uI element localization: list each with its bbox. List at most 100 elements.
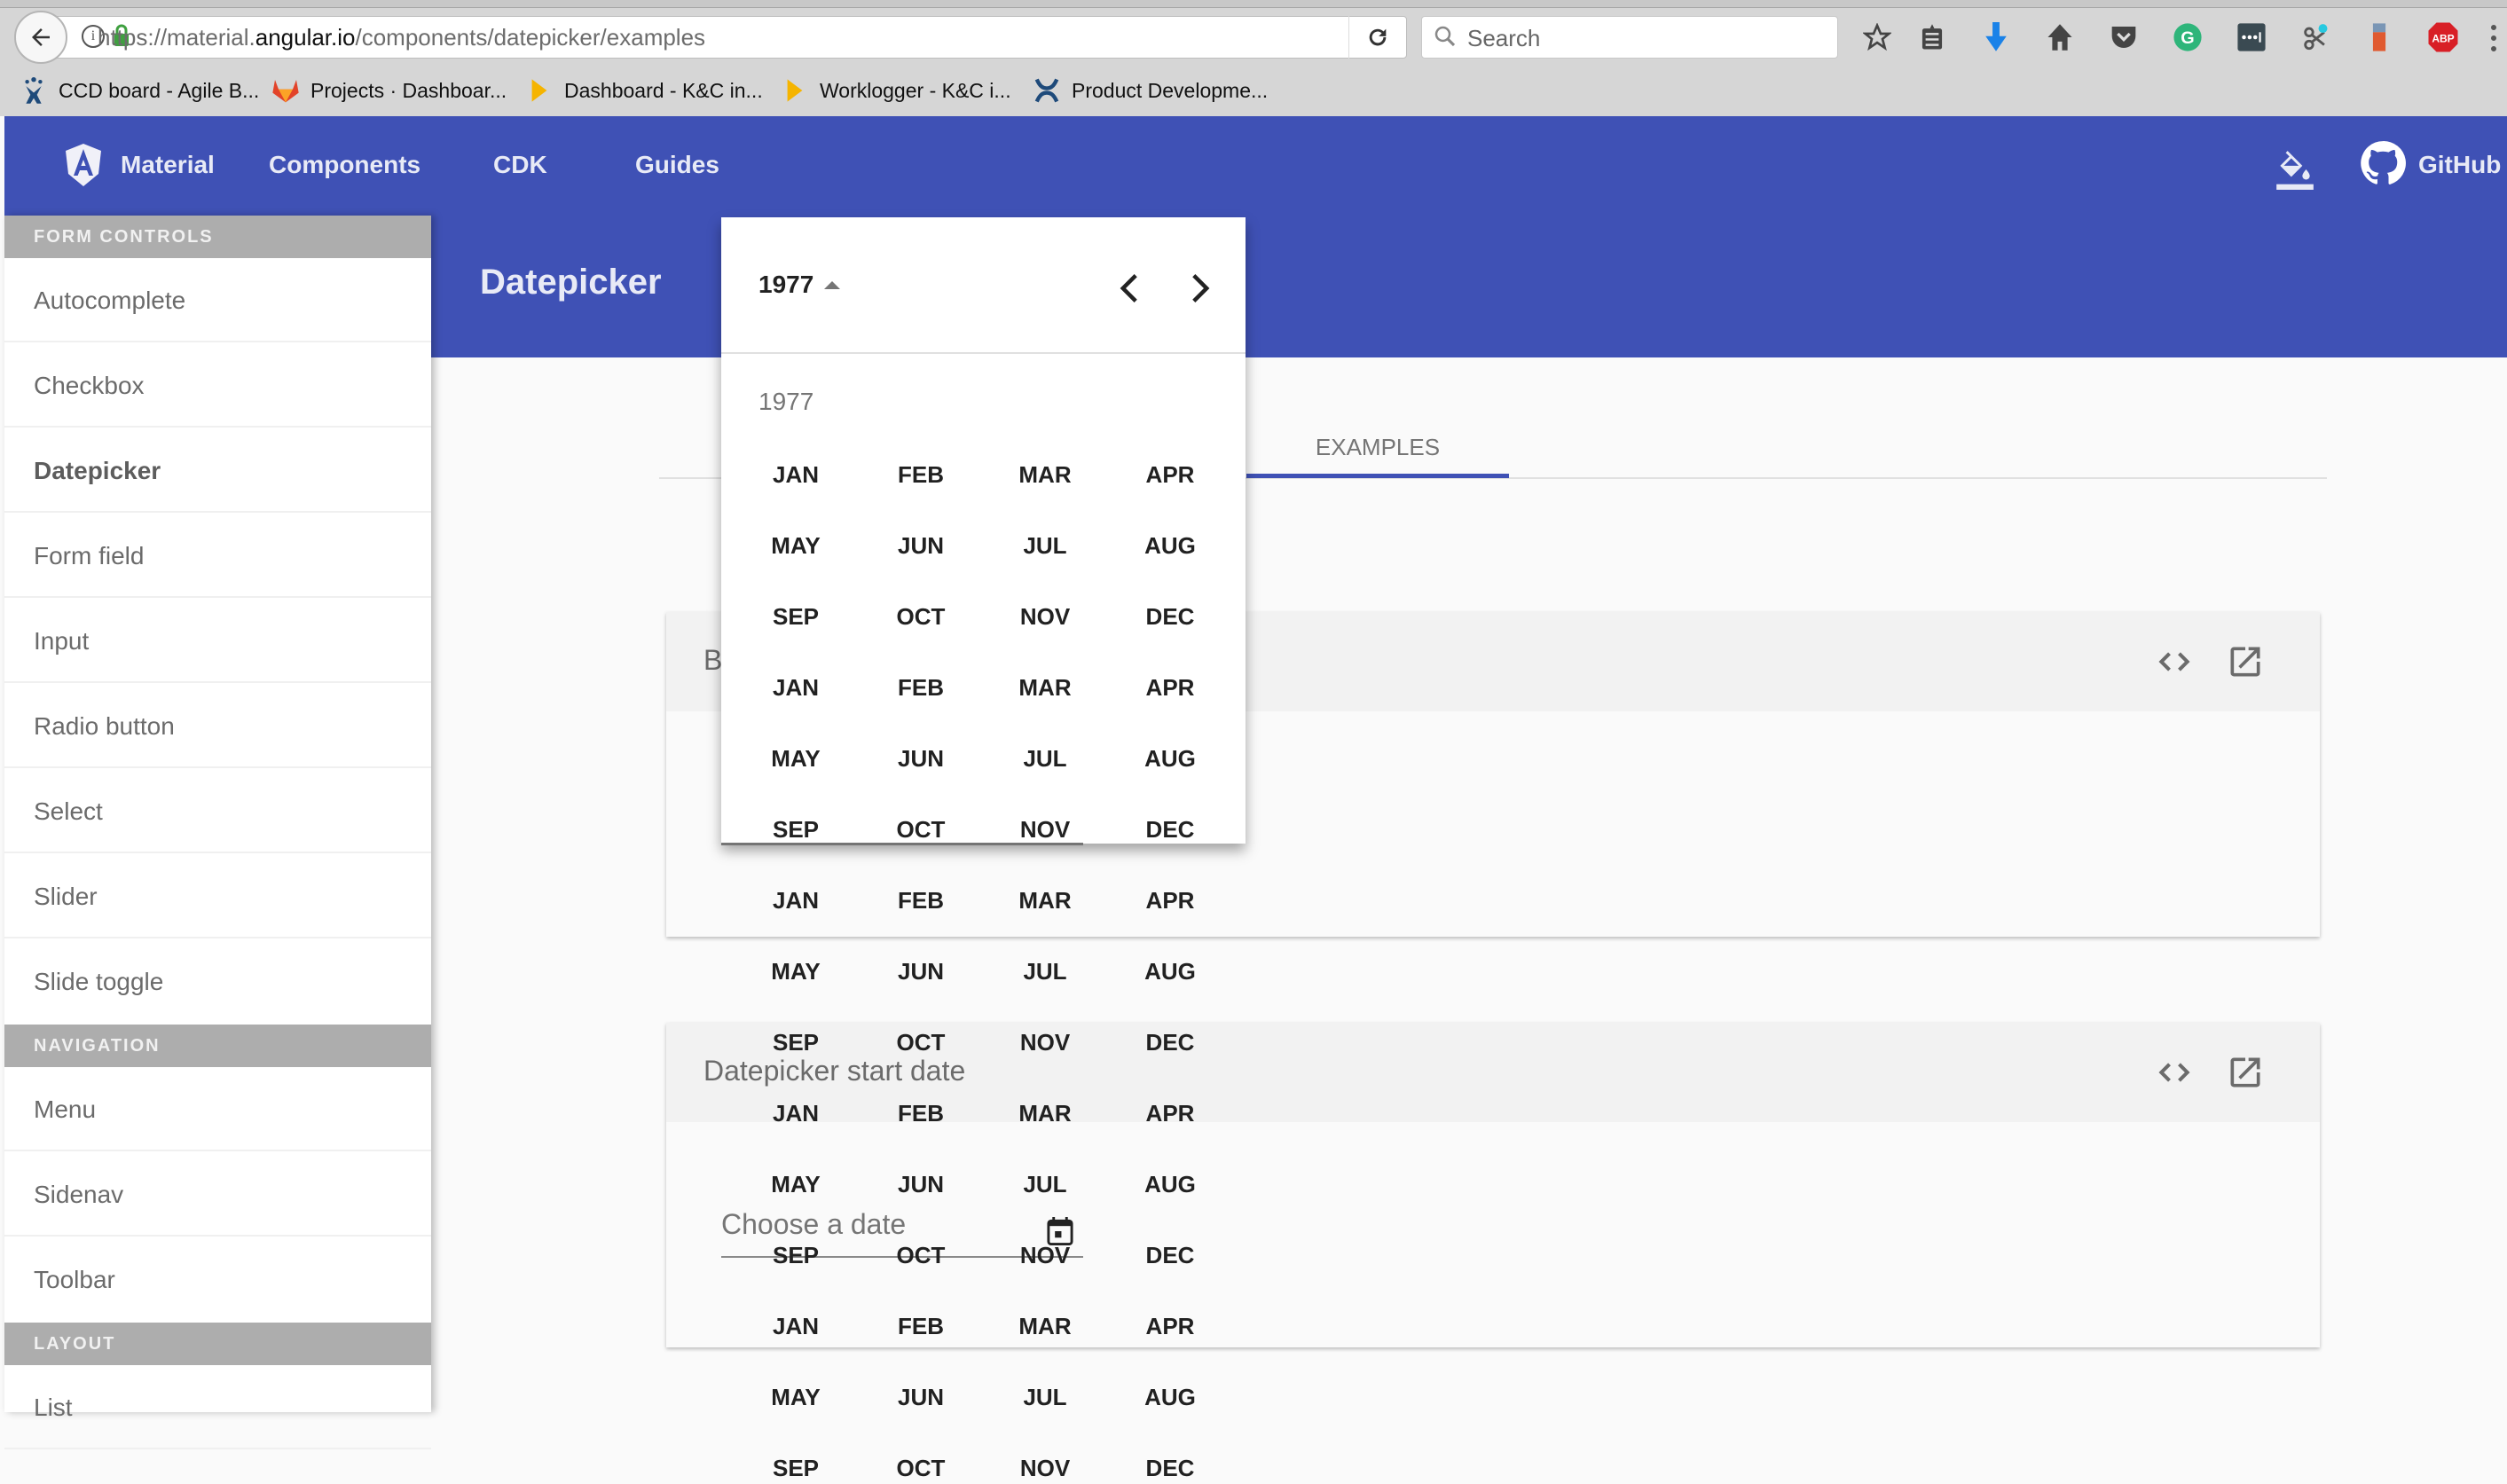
home-icon[interactable]	[2042, 20, 2078, 55]
month-cell-aug[interactable]: AUG	[1117, 530, 1223, 561]
screenshot-icon[interactable]	[2298, 20, 2333, 55]
month-cell-sep[interactable]: SEP	[743, 1452, 849, 1484]
open-in-new-icon[interactable]	[2224, 640, 2267, 683]
month-cell-jun[interactable]: JUN	[868, 1168, 974, 1200]
month-cell-dec[interactable]: DEC	[1117, 813, 1223, 844]
month-cell-jul[interactable]: JUL	[992, 955, 1098, 987]
month-cell-jun[interactable]: JUN	[868, 742, 974, 774]
adblock-plus-icon[interactable]: ABP	[2425, 20, 2461, 55]
month-cell-may[interactable]: MAY	[743, 955, 849, 987]
view-code-icon[interactable]	[2153, 1051, 2196, 1094]
month-cell-oct[interactable]: OCT	[868, 1452, 974, 1484]
url-text[interactable]: https://material.angular.io/components/d…	[98, 21, 705, 53]
month-cell-sep[interactable]: SEP	[743, 601, 849, 632]
month-cell-nov[interactable]: NOV	[992, 1239, 1098, 1271]
sidebar-item-autocomplete[interactable]: Autocomplete	[4, 258, 431, 342]
month-cell-jun[interactable]: JUN	[868, 955, 974, 987]
month-cell-feb[interactable]: FEB	[868, 884, 974, 916]
month-cell-oct[interactable]: OCT	[868, 1239, 974, 1271]
month-cell-mar[interactable]: MAR	[992, 1310, 1098, 1342]
month-cell-jan[interactable]: JAN	[743, 671, 849, 703]
downloads-icon[interactable]	[1978, 20, 2014, 55]
reading-list-icon[interactable]	[1914, 20, 1950, 55]
month-cell-dec[interactable]: DEC	[1117, 1026, 1223, 1058]
month-cell-jul[interactable]: JUL	[992, 530, 1098, 561]
extension-icon[interactable]	[2362, 20, 2397, 55]
bookmark-item[interactable]: Product Developme...	[1033, 75, 1268, 106]
month-cell-dec[interactable]: DEC	[1117, 1239, 1223, 1271]
lastpass-icon[interactable]	[2234, 20, 2269, 55]
period-button[interactable]: 1977	[758, 271, 841, 299]
bookmark-item[interactable]: CCD board - Agile B...	[20, 75, 259, 106]
month-cell-feb[interactable]: FEB	[868, 671, 974, 703]
month-cell-mar[interactable]: MAR	[992, 459, 1098, 491]
month-cell-mar[interactable]: MAR	[992, 1097, 1098, 1129]
nav-cdk[interactable]: CDK	[493, 147, 547, 183]
sidebar-item-checkbox[interactable]: Checkbox	[4, 343, 431, 428]
month-cell-may[interactable]: MAY	[743, 1168, 849, 1200]
month-cell-jan[interactable]: JAN	[743, 1310, 849, 1342]
month-cell-jul[interactable]: JUL	[992, 1168, 1098, 1200]
sidebar-item-input[interactable]: Input	[4, 599, 431, 683]
month-cell-mar[interactable]: MAR	[992, 671, 1098, 703]
month-cell-dec[interactable]: DEC	[1117, 1452, 1223, 1484]
sidebar-item-select[interactable]: Select	[4, 769, 431, 853]
bookmark-item[interactable]: Projects · Dashboar...	[271, 75, 507, 106]
bookmark-item[interactable]: Worklogger - K&C i...	[781, 75, 1011, 106]
month-cell-nov[interactable]: NOV	[992, 813, 1098, 844]
month-cell-mar[interactable]: MAR	[992, 884, 1098, 916]
month-cell-jan[interactable]: JAN	[743, 459, 849, 491]
month-cell-jan[interactable]: JAN	[743, 1097, 849, 1129]
month-cell-dec[interactable]: DEC	[1117, 601, 1223, 632]
month-cell-feb[interactable]: FEB	[868, 1310, 974, 1342]
sidebar-item-slide-toggle[interactable]: Slide toggle	[4, 939, 431, 1024]
month-cell-aug[interactable]: AUG	[1117, 1168, 1223, 1200]
sidebar-item-slider[interactable]: Slider	[4, 854, 431, 938]
month-cell-aug[interactable]: AUG	[1117, 1381, 1223, 1413]
month-cell-nov[interactable]: NOV	[992, 1026, 1098, 1058]
month-cell-sep[interactable]: SEP	[743, 813, 849, 844]
month-cell-sep[interactable]: SEP	[743, 1026, 849, 1058]
reload-button[interactable]	[1348, 16, 1406, 59]
month-cell-aug[interactable]: AUG	[1117, 742, 1223, 774]
month-cell-oct[interactable]: OCT	[868, 1026, 974, 1058]
sidebar-item-form-field[interactable]: Form field	[4, 514, 431, 598]
month-cell-apr[interactable]: APR	[1117, 459, 1223, 491]
month-cell-oct[interactable]: OCT	[868, 601, 974, 632]
sidebar-item-toolbar[interactable]: Toolbar	[4, 1237, 431, 1322]
next-button[interactable]	[1175, 263, 1225, 313]
month-cell-oct[interactable]: OCT	[868, 813, 974, 844]
overflow-menu-icon[interactable]	[2491, 25, 2502, 51]
month-cell-may[interactable]: MAY	[743, 742, 849, 774]
angular-logo-icon[interactable]	[66, 144, 101, 186]
month-cell-feb[interactable]: FEB	[868, 459, 974, 491]
month-cell-jun[interactable]: JUN	[868, 530, 974, 561]
theme-picker-icon[interactable]	[2273, 147, 2317, 192]
month-cell-apr[interactable]: APR	[1117, 1310, 1223, 1342]
month-cell-jul[interactable]: JUL	[992, 1381, 1098, 1413]
month-cell-jul[interactable]: JUL	[992, 742, 1098, 774]
month-cell-nov[interactable]: NOV	[992, 601, 1098, 632]
sidebar-item-menu[interactable]: Menu	[4, 1067, 431, 1151]
month-cell-feb[interactable]: FEB	[868, 1097, 974, 1129]
view-code-icon[interactable]	[2153, 640, 2196, 683]
github-link[interactable]: GitHub	[2418, 147, 2501, 183]
open-in-new-icon[interactable]	[2224, 1051, 2267, 1094]
bookmark-star-icon[interactable]	[1859, 20, 1895, 55]
month-cell-may[interactable]: MAY	[743, 530, 849, 561]
month-cell-apr[interactable]: APR	[1117, 1097, 1223, 1129]
month-cell-apr[interactable]: APR	[1117, 671, 1223, 703]
previous-button[interactable]	[1104, 263, 1154, 313]
sidebar-item-sidenav[interactable]: Sidenav	[4, 1152, 431, 1237]
grammarly-icon[interactable]: G	[2170, 20, 2205, 55]
month-cell-aug[interactable]: AUG	[1117, 955, 1223, 987]
month-cell-may[interactable]: MAY	[743, 1381, 849, 1413]
month-cell-jan[interactable]: JAN	[743, 884, 849, 916]
back-button[interactable]	[14, 11, 67, 64]
month-cell-nov[interactable]: NOV	[992, 1452, 1098, 1484]
nav-components[interactable]: Components	[269, 147, 420, 183]
month-cell-sep[interactable]: SEP	[743, 1239, 849, 1271]
github-icon[interactable]	[2360, 140, 2406, 186]
month-cell-jun[interactable]: JUN	[868, 1381, 974, 1413]
sidebar-item-datepicker[interactable]: Datepicker	[4, 428, 431, 513]
